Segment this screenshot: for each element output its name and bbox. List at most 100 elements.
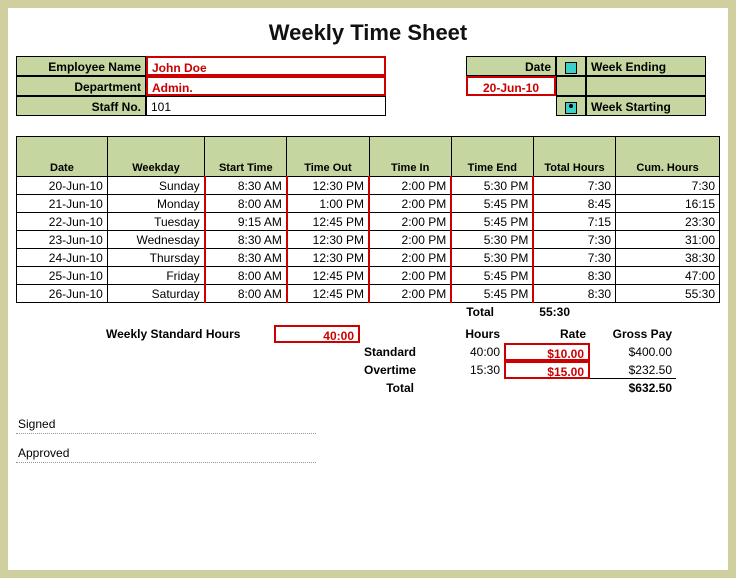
cell-wd: Monday (107, 195, 204, 213)
cell-tot: 7:30 (533, 177, 615, 195)
week-ending-label: Week Ending (586, 56, 706, 76)
cell-end[interactable]: 5:30 PM (451, 177, 533, 195)
cell-date: 20-Jun-10 (17, 177, 108, 195)
table-row: 23-Jun-10Wednesday8:30 AM12:30 PM2:00 PM… (17, 231, 720, 249)
col-cum: Cum. Hours (616, 137, 720, 177)
hours-col: Hours (418, 325, 504, 343)
overtime-hours: 15:30 (418, 361, 504, 379)
cell-in[interactable]: 2:00 PM (369, 249, 451, 267)
signed-label: Signed (16, 415, 316, 434)
cell-cum: 47:00 (616, 267, 720, 285)
cell-st[interactable]: 8:30 AM (205, 249, 287, 267)
cell-end[interactable]: 5:30 PM (451, 249, 533, 267)
cell-wd: Tuesday (107, 213, 204, 231)
cell-tot: 8:30 (533, 285, 615, 303)
timesheet: Weekly Time Sheet Employee Name John Doe… (8, 8, 728, 570)
date-value[interactable]: 20-Jun-10 (466, 76, 556, 96)
table-row: 21-Jun-10Monday8:00 AM1:00 PM2:00 PM5:45… (17, 195, 720, 213)
cell-cum: 38:30 (616, 249, 720, 267)
cell-cum: 31:00 (616, 231, 720, 249)
cell-end[interactable]: 5:45 PM (451, 267, 533, 285)
cell-cum: 7:30 (616, 177, 720, 195)
pay-total-label: Total (360, 379, 418, 397)
table-row: 20-Jun-10Sunday8:30 AM12:30 PM2:00 PM5:3… (17, 177, 720, 195)
cell-date: 23-Jun-10 (17, 231, 108, 249)
total-label: Total (418, 305, 494, 319)
cell-date: 26-Jun-10 (17, 285, 108, 303)
cell-wd: Thursday (107, 249, 204, 267)
cell-end[interactable]: 5:45 PM (451, 195, 533, 213)
overtime-rate[interactable]: $15.00 (504, 361, 590, 379)
week-starting-check[interactable] (556, 96, 586, 116)
cell-date: 22-Jun-10 (17, 213, 108, 231)
cell-out[interactable]: 12:45 PM (287, 285, 369, 303)
cell-wd: Wednesday (107, 231, 204, 249)
std-hours-value[interactable]: 40:00 (274, 325, 360, 343)
col-out: Time Out (287, 137, 369, 177)
cell-tot: 7:30 (533, 231, 615, 249)
cell-wd: Saturday (107, 285, 204, 303)
table-row: 22-Jun-10Tuesday9:15 AM12:45 PM2:00 PM5:… (17, 213, 720, 231)
col-in: Time In (369, 137, 451, 177)
cell-end[interactable]: 5:45 PM (451, 213, 533, 231)
rate-col: Rate (504, 325, 590, 343)
cell-out[interactable]: 12:45 PM (287, 267, 369, 285)
cell-out[interactable]: 12:30 PM (287, 177, 369, 195)
cell-st[interactable]: 8:30 AM (205, 177, 287, 195)
cell-date: 24-Jun-10 (17, 249, 108, 267)
cell-st[interactable]: 9:15 AM (205, 213, 287, 231)
col-weekday: Weekday (107, 137, 204, 177)
cell-in[interactable]: 2:00 PM (369, 195, 451, 213)
standard-rate[interactable]: $10.00 (504, 343, 590, 361)
cell-out[interactable]: 12:30 PM (287, 231, 369, 249)
table-row: 25-Jun-10Friday8:00 AM12:45 PM2:00 PM5:4… (17, 267, 720, 285)
cell-out[interactable]: 12:45 PM (287, 213, 369, 231)
date-label: Date (466, 56, 556, 76)
cell-st[interactable]: 8:00 AM (205, 195, 287, 213)
cell-date: 25-Jun-10 (17, 267, 108, 285)
dept-value[interactable]: Admin. (146, 76, 386, 96)
cell-cum: 55:30 (616, 285, 720, 303)
std-hours-label: Weekly Standard Hours (102, 325, 274, 343)
staff-label: Staff No. (16, 96, 146, 116)
col-start: Start Time (205, 137, 287, 177)
gross-col: Gross Pay (590, 325, 676, 343)
standard-pay: $400.00 (590, 343, 676, 361)
approved-label: Approved (16, 444, 316, 463)
cell-tot: 7:30 (533, 249, 615, 267)
col-end: Time End (451, 137, 533, 177)
cell-cum: 23:30 (616, 213, 720, 231)
week-ending-check[interactable] (556, 56, 586, 76)
emp-value[interactable]: John Doe (146, 56, 386, 76)
cell-out[interactable]: 1:00 PM (287, 195, 369, 213)
cell-st[interactable]: 8:00 AM (205, 285, 287, 303)
cell-end[interactable]: 5:30 PM (451, 231, 533, 249)
pay-total-value: $632.50 (590, 379, 676, 397)
table-row: 24-Jun-10Thursday8:30 AM12:30 PM2:00 PM5… (17, 249, 720, 267)
overtime-label: Overtime (360, 361, 418, 379)
total-value: 55:30 (494, 305, 570, 319)
time-table: Date Weekday Start Time Time Out Time In… (16, 136, 720, 303)
staff-value[interactable]: 101 (146, 96, 386, 116)
standard-hours: 40:00 (418, 343, 504, 361)
cell-tot: 8:45 (533, 195, 615, 213)
cell-in[interactable]: 2:00 PM (369, 231, 451, 249)
cell-out[interactable]: 12:30 PM (287, 249, 369, 267)
cell-st[interactable]: 8:30 AM (205, 231, 287, 249)
table-header-row: Date Weekday Start Time Time Out Time In… (17, 137, 720, 177)
cell-in[interactable]: 2:00 PM (369, 285, 451, 303)
cell-end[interactable]: 5:45 PM (451, 285, 533, 303)
cell-date: 21-Jun-10 (17, 195, 108, 213)
cell-cum: 16:15 (616, 195, 720, 213)
cell-in[interactable]: 2:00 PM (369, 177, 451, 195)
col-date: Date (17, 137, 108, 177)
cell-st[interactable]: 8:00 AM (205, 267, 287, 285)
cell-wd: Sunday (107, 177, 204, 195)
emp-label: Employee Name (16, 56, 146, 76)
overtime-pay: $232.50 (590, 361, 676, 379)
week-starting-label: Week Starting (586, 96, 706, 116)
cell-in[interactable]: 2:00 PM (369, 213, 451, 231)
col-total: Total Hours (533, 137, 615, 177)
cell-in[interactable]: 2:00 PM (369, 267, 451, 285)
table-row: 26-Jun-10Saturday8:00 AM12:45 PM2:00 PM5… (17, 285, 720, 303)
